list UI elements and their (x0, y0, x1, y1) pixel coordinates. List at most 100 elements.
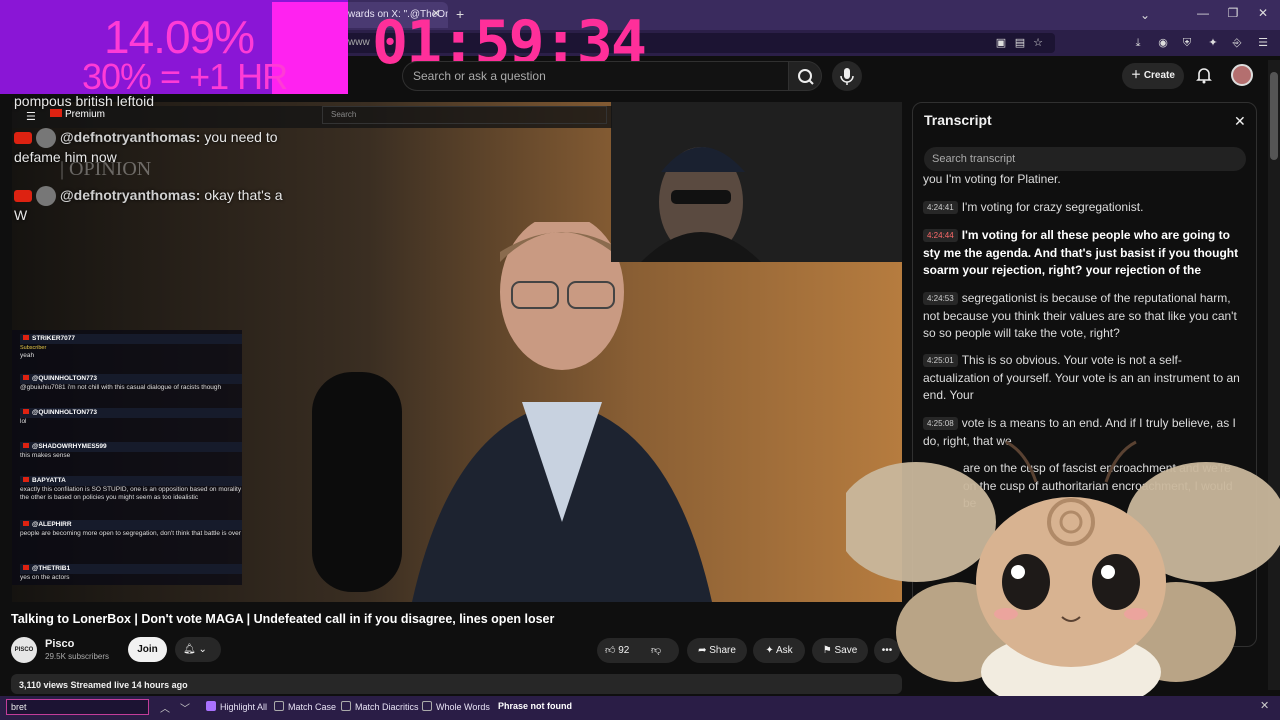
whole-words-checkbox[interactable]: Whole Words (422, 701, 490, 712)
youtube-badge-icon (14, 190, 32, 203)
find-next-icon[interactable]: ﹀ (180, 700, 190, 715)
youtube-badge-icon (23, 565, 29, 570)
share-icon: ➦ (698, 645, 710, 656)
ask-button[interactable]: ✦ Ask (753, 638, 805, 663)
picture-icon[interactable]: ▣ (994, 36, 1008, 50)
window-close-icon[interactable]: ✕ (1248, 6, 1278, 24)
list-item: @ALEPHIRR people are becoming more open t… (20, 520, 242, 537)
voice-search-button[interactable] (832, 61, 862, 91)
extensions-icon[interactable]: ✦ (1206, 36, 1220, 50)
list-item: STRIKER7077 Subscriber yeah (20, 334, 242, 360)
bookmark-icon: ⚑ (822, 645, 835, 656)
description-box[interactable]: 3,110 views Streamed live 14 hours ago (11, 674, 902, 694)
find-bar (0, 696, 1280, 720)
shield-icon[interactable]: ⛨ (1180, 36, 1194, 50)
list-item: @THETRIB1 yes on the actors (20, 564, 242, 582)
chat-avatar (36, 128, 56, 149)
chat-avatar (36, 186, 56, 207)
chat-message: @defnotryanthomas: okay that's a W (14, 186, 283, 224)
notifications-button[interactable] (1194, 65, 1214, 85)
avatar[interactable] (1231, 64, 1253, 86)
checkbox-icon (422, 701, 432, 711)
timestamp: 4:25:08 (923, 417, 958, 430)
chevron-down-icon[interactable]: ⌄ (1140, 8, 1150, 22)
thumbs-down-icon: 👎︎ (651, 645, 662, 656)
video-title: Talking to LonerBox | Don't vote MAGA | … (11, 612, 555, 626)
plus-icon: ＋ (1131, 70, 1144, 81)
dislike-button[interactable]: 👎︎ (651, 638, 661, 663)
match-diacritics-checkbox[interactable]: Match Diacritics (341, 701, 419, 712)
youtube-badge-icon (23, 477, 29, 482)
list-item: BAPYATTA exactly this confilation is SO S… (20, 476, 242, 501)
chevron-down-icon: ⌄ (198, 644, 207, 655)
microphone (312, 372, 402, 592)
close-icon[interactable]: ✕ (1234, 113, 1246, 130)
youtube-badge-icon (23, 443, 29, 448)
list-item: @QUINNHOLTON773 lol (20, 408, 242, 426)
youtube-badge-icon (14, 132, 32, 145)
embedded-search: Search (322, 106, 607, 124)
menu-icon[interactable]: ☰ (1256, 36, 1270, 50)
checkbox-icon (274, 701, 284, 711)
join-button[interactable]: Join (128, 637, 167, 662)
transcript-segment[interactable]: 4:25:01 This is so obvious. Your vote is … (923, 352, 1241, 405)
hamburger-icon: ☰ (26, 111, 36, 123)
transcript-segment-active[interactable]: 4:24:44 I'm voting for all these people w… (923, 227, 1241, 280)
create-label: Create (1143, 70, 1175, 81)
transcript-segment[interactable]: 4:24:41 I'm voting for crazy segregationi… (923, 199, 1241, 217)
checkbox-checked-icon (206, 701, 216, 711)
star-icon[interactable]: ☆ (1031, 36, 1045, 50)
minimize-icon[interactable]: — (1188, 6, 1218, 24)
account-icon[interactable]: ◉ (1156, 36, 1170, 50)
timestamp: 4:25:01 (923, 354, 958, 367)
youtube-logo-icon (50, 109, 62, 117)
restore-icon[interactable]: ❐ (1218, 6, 1248, 24)
timestamp: 4:24:41 (923, 201, 958, 214)
list-item: @SHADOWRHYMES599 this makes sense (20, 442, 242, 460)
channel-avatar[interactable]: PISCO (11, 637, 37, 663)
timestamp: 4:24:44 (923, 229, 958, 242)
chat-message: @defnotryanthomas: you need to defame hi… (14, 128, 278, 166)
youtube-badge-icon (23, 521, 29, 526)
timestamp: 4:24:53 (923, 292, 958, 305)
find-status: Phrase not found (498, 701, 572, 711)
thumbs-up-icon: 👍︎ (605, 645, 616, 656)
bell-icon: 🔔︎ (183, 644, 196, 655)
transcript-search-input[interactable]: Search transcript (924, 147, 1246, 171)
search-button[interactable] (788, 61, 822, 91)
search-icon (798, 69, 814, 85)
youtube-badge-icon (23, 335, 29, 340)
transcript-title: Transcript (924, 112, 992, 128)
mic-icon (840, 68, 854, 85)
search-input[interactable]: Search or ask a question (402, 61, 788, 91)
subscription-bell-button[interactable]: 🔔︎ ⌄ (175, 637, 221, 662)
chat-box: STRIKER7077 Subscriber yeah @QUINNHOLTON77… (12, 330, 242, 585)
youtube-badge-icon (23, 375, 29, 380)
find-previous-icon[interactable]: ︿ (160, 700, 170, 715)
share-icon[interactable]: ⎆ (1230, 36, 1244, 50)
download-icon[interactable]: ⤓ (1131, 36, 1145, 50)
transcript-segment[interactable]: 4:24:53 segregationist is because of the … (923, 290, 1241, 343)
scrollbar-thumb[interactable] (1270, 72, 1278, 160)
find-input[interactable]: bret (6, 699, 149, 715)
checkbox-icon (341, 701, 351, 711)
channel-name[interactable]: Pisco (45, 638, 74, 650)
like-button[interactable]: 👍︎ 92 (605, 638, 629, 663)
moth-mascot-overlay (846, 440, 1280, 702)
list-item: @QUINNHOLTON773 @gbuiuhiu7081 i'm not chi… (20, 374, 242, 392)
speaker-figure (412, 222, 712, 602)
highlight-all-checkbox[interactable]: Highlight All (206, 701, 267, 712)
transcript-segment[interactable]: you I'm voting for Platiner. (923, 171, 1241, 189)
match-case-checkbox[interactable]: Match Case (274, 701, 336, 712)
sparkle-icon: ✦ (765, 645, 776, 656)
bell-icon (1196, 68, 1212, 84)
reader-icon[interactable]: ▤ (1013, 36, 1027, 50)
close-icon[interactable]: ✕ (1260, 699, 1269, 712)
like-dislike-group: 👍︎ 92 👎︎ (597, 638, 679, 663)
webcam-overlay (611, 102, 902, 262)
create-button[interactable]: ＋ Create (1122, 63, 1184, 89)
share-button[interactable]: ➦ Share (687, 638, 747, 663)
embedded-premium-logo: Premium (50, 109, 105, 120)
subscriber-count: 29.5K subscribers (45, 652, 110, 661)
youtube-badge-icon (23, 409, 29, 414)
